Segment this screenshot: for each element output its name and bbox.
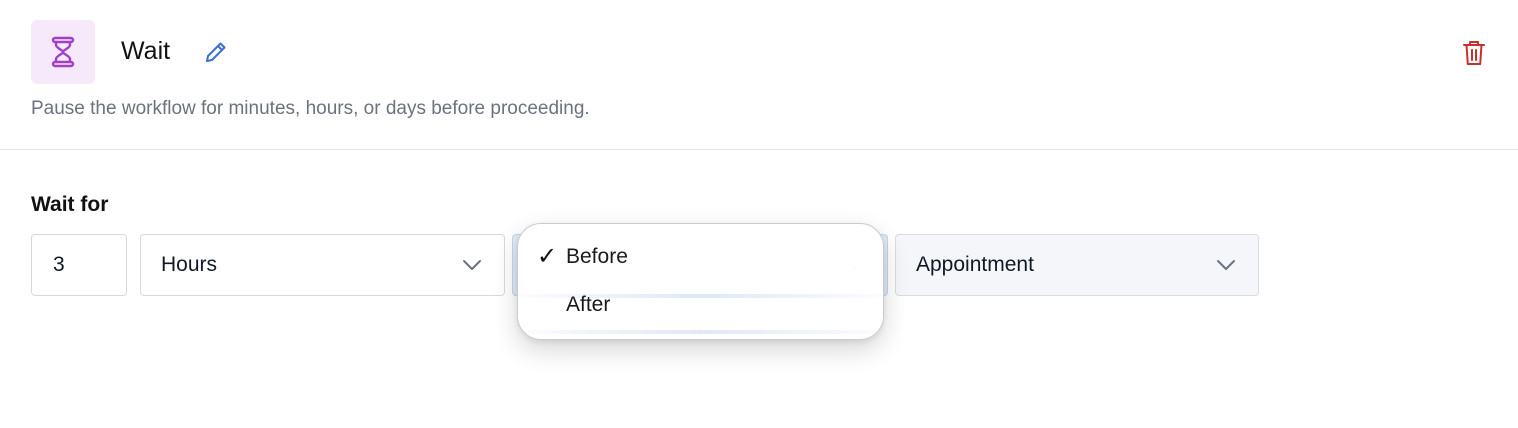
step-description: Pause the workflow for minutes, hours, o…	[31, 98, 590, 119]
menu-option-before[interactable]: Before	[566, 244, 628, 270]
hourglass-icon	[51, 36, 75, 68]
pencil-icon	[206, 42, 226, 62]
target-event-select[interactable]: Appointment	[895, 234, 1259, 296]
wait-for-label: Wait for	[31, 193, 109, 216]
menu-highlight-band	[518, 330, 883, 334]
delete-step-button[interactable]	[1460, 38, 1488, 68]
target-event-value: Appointment	[916, 253, 1034, 276]
checkmark-icon: ✓	[537, 243, 558, 270]
relation-dropdown-menu: ✓ Before After	[517, 223, 884, 340]
menu-option-after[interactable]: After	[566, 292, 610, 318]
header-divider	[0, 149, 1518, 150]
wait-step-panel: Wait Pause the workflow for minutes, hou…	[0, 0, 1518, 428]
time-unit-select[interactable]: Hours	[140, 234, 505, 296]
chevron-down-icon	[1217, 260, 1235, 270]
wait-amount-value: 3	[53, 253, 65, 276]
chevron-down-icon	[463, 260, 481, 270]
edit-title-button[interactable]	[202, 38, 230, 66]
wait-amount-input[interactable]: 3	[31, 234, 127, 296]
time-unit-value: Hours	[161, 253, 218, 276]
step-title: Wait	[121, 37, 171, 65]
trash-icon	[1463, 41, 1485, 65]
step-icon-container	[31, 20, 95, 84]
